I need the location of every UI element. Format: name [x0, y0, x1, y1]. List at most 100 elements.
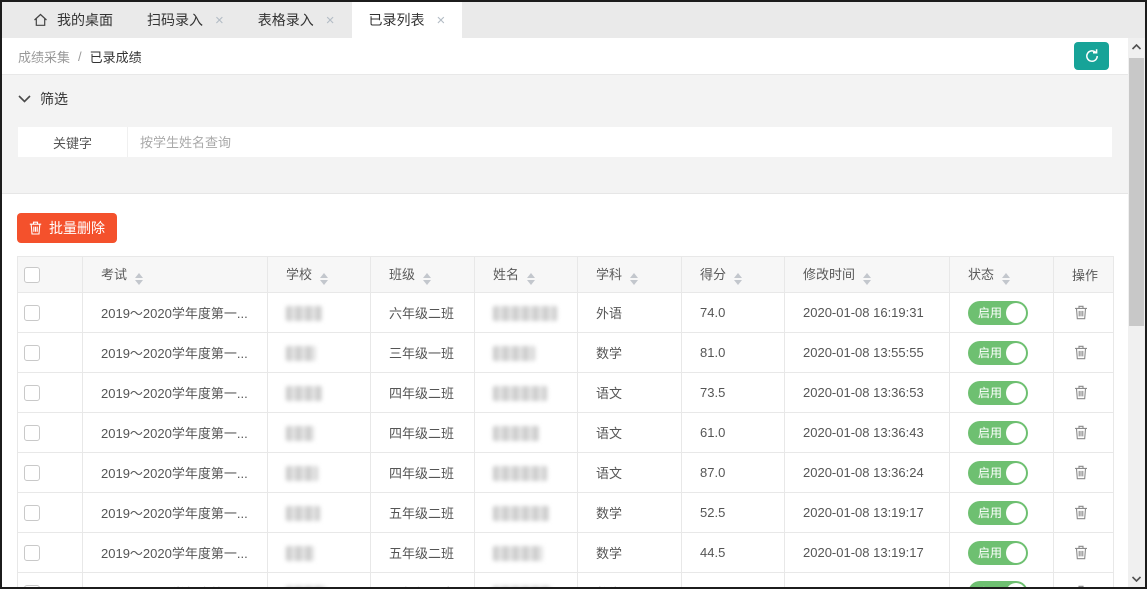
- column-header-school[interactable]: 学校: [268, 257, 371, 293]
- tab-1[interactable]: 扫码录入×: [130, 2, 241, 38]
- cell-subject: 外语: [578, 293, 682, 333]
- batch-delete-button[interactable]: 批量删除: [17, 213, 117, 243]
- sort-icon[interactable]: [135, 273, 143, 285]
- cell-exam: 2019～2020学年度第一...: [83, 493, 268, 533]
- exam-text: 2019～2020学年度第一...: [101, 303, 261, 322]
- cell-subject: 数学: [578, 493, 682, 533]
- select-all-checkbox[interactable]: [24, 267, 40, 283]
- tab-home[interactable]: 我的桌面: [16, 2, 130, 38]
- delete-row-button[interactable]: [1072, 383, 1090, 402]
- column-header-exam[interactable]: 考试: [83, 257, 268, 293]
- status-label: 启用: [978, 544, 1002, 561]
- school-redacted-block: [286, 346, 316, 361]
- cell-actions: [1054, 293, 1114, 333]
- sort-icon[interactable]: [630, 273, 638, 285]
- tab-close-icon[interactable]: ×: [215, 13, 224, 28]
- sort-icon[interactable]: [1002, 273, 1010, 285]
- scrollbar-thumb[interactable]: [1129, 58, 1144, 326]
- row-checkbox[interactable]: [24, 425, 40, 441]
- exam-text: 2019～2020学年度第一...: [101, 423, 261, 442]
- delete-row-button[interactable]: [1072, 463, 1090, 482]
- tab-close-icon[interactable]: ×: [437, 13, 446, 28]
- row-checkbox[interactable]: [24, 505, 40, 521]
- row-checkbox[interactable]: [24, 345, 40, 361]
- cell-status: 启用: [950, 413, 1054, 453]
- status-toggle[interactable]: 启用: [968, 581, 1028, 588]
- status-label: 启用: [978, 584, 1002, 587]
- toggle-knob: [1006, 383, 1026, 403]
- status-toggle[interactable]: 启用: [968, 341, 1028, 365]
- cell-modified: 2020-01-08 13:36:43: [785, 413, 950, 453]
- status-toggle[interactable]: 启用: [968, 541, 1028, 565]
- toggle-knob: [1006, 423, 1026, 443]
- name-redacted-block: [493, 466, 547, 481]
- status-label: 启用: [978, 304, 1002, 321]
- filter-collapse-toggle[interactable]: 筛选: [2, 75, 1128, 121]
- cell-actions: [1054, 493, 1114, 533]
- column-header-score[interactable]: 得分: [682, 257, 785, 293]
- sort-icon[interactable]: [734, 273, 742, 285]
- status-toggle[interactable]: 启用: [968, 381, 1028, 405]
- tab-close-icon[interactable]: ×: [326, 13, 335, 28]
- vertical-scrollbar[interactable]: [1128, 38, 1145, 587]
- cell-modified: 2020-01-08 13:55:55: [785, 333, 950, 373]
- refresh-button[interactable]: [1074, 42, 1109, 70]
- exam-text: 2019～2020学年度第一...: [101, 583, 261, 587]
- delete-row-button[interactable]: [1072, 583, 1090, 588]
- home-icon: [33, 13, 48, 27]
- keyword-input[interactable]: [128, 127, 1112, 157]
- delete-row-button[interactable]: [1072, 343, 1090, 362]
- column-header-class[interactable]: 班级: [371, 257, 475, 293]
- tab-3[interactable]: 已录列表×: [352, 2, 463, 38]
- breadcrumb-parent[interactable]: 成绩采集: [18, 47, 70, 66]
- sort-icon[interactable]: [863, 273, 871, 285]
- status-label: 启用: [978, 464, 1002, 481]
- status-label: 启用: [978, 424, 1002, 441]
- sort-icon[interactable]: [527, 273, 535, 285]
- cell-school: [268, 573, 371, 588]
- table-row: 2019～2020学年度第一...四年级二班语文61.02020-01-08 1…: [18, 413, 1114, 453]
- filter-title: 筛选: [40, 89, 68, 109]
- row-checkbox[interactable]: [24, 385, 40, 401]
- column-header-name[interactable]: 姓名: [475, 257, 578, 293]
- tab-2[interactable]: 表格录入×: [241, 2, 352, 38]
- column-header-modified[interactable]: 修改时间: [785, 257, 950, 293]
- cell-subject: 语文: [578, 373, 682, 413]
- status-label: 启用: [978, 504, 1002, 521]
- table-body: 2019～2020学年度第一...六年级二班外语74.02020-01-08 1…: [18, 293, 1114, 588]
- name-redacted-block: [493, 546, 543, 561]
- status-toggle[interactable]: 启用: [968, 461, 1028, 485]
- cell-exam: 2019～2020学年度第一...: [83, 373, 268, 413]
- sort-icon[interactable]: [423, 273, 431, 285]
- cell-name: [475, 573, 578, 588]
- delete-row-button[interactable]: [1072, 543, 1090, 562]
- cell-modified: 2020-01-08 13:19:17: [785, 493, 950, 533]
- column-header-subject[interactable]: 学科: [578, 257, 682, 293]
- status-toggle[interactable]: 启用: [968, 301, 1028, 325]
- cell-actions: [1054, 333, 1114, 373]
- column-header-status[interactable]: 状态: [950, 257, 1054, 293]
- delete-row-button[interactable]: [1072, 303, 1090, 322]
- sort-desc-caret: [320, 280, 328, 285]
- cell-exam: 2019～2020学年度第一...: [83, 333, 268, 373]
- cell-actions: [1054, 573, 1114, 588]
- cell-exam: 2019～2020学年度第一...: [83, 293, 268, 333]
- tab-strip: 扫码录入×表格录入×已录列表×: [130, 2, 462, 38]
- scroll-down-button[interactable]: [1128, 570, 1145, 587]
- row-checkbox[interactable]: [24, 545, 40, 561]
- sort-asc-caret: [423, 273, 431, 278]
- cell-status: 启用: [950, 493, 1054, 533]
- exam-text: 2019～2020学年度第一...: [101, 543, 261, 562]
- school-redacted-block: [286, 506, 320, 521]
- sort-icon[interactable]: [320, 273, 328, 285]
- delete-row-button[interactable]: [1072, 423, 1090, 442]
- row-checkbox[interactable]: [24, 305, 40, 321]
- delete-row-button[interactable]: [1072, 503, 1090, 522]
- status-toggle[interactable]: 启用: [968, 501, 1028, 525]
- row-checkbox[interactable]: [24, 585, 40, 587]
- cell-class: 四年级二班: [371, 453, 475, 493]
- cell-modified: 2020-01-08 13:19:17: [785, 573, 950, 588]
- status-toggle[interactable]: 启用: [968, 421, 1028, 445]
- row-checkbox[interactable]: [24, 465, 40, 481]
- scroll-up-button[interactable]: [1128, 38, 1145, 55]
